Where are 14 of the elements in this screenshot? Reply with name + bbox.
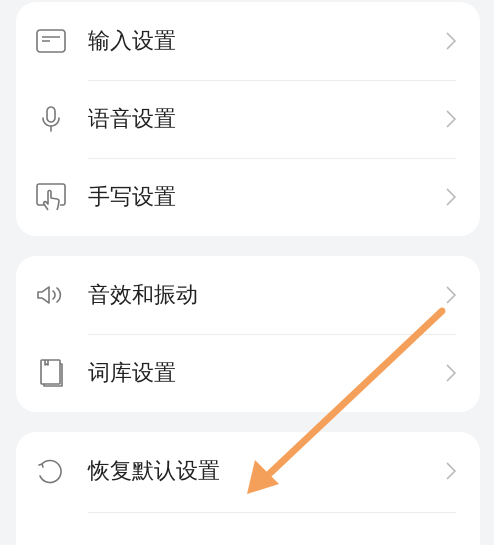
chevron-icon bbox=[446, 364, 456, 382]
chevron-icon bbox=[446, 188, 456, 206]
settings-item[interactable]: 输入设置 bbox=[88, 26, 446, 56]
settings-item[interactable]: 词库设置 bbox=[88, 358, 446, 388]
chevron-icon bbox=[446, 110, 456, 128]
handwriting-icon bbox=[36, 183, 66, 211]
settings-item[interactable]: 音效和振动 bbox=[88, 280, 446, 310]
settings-item[interactable]: 恢复默认设置 bbox=[88, 456, 446, 486]
settings-item[interactable]: 手写设置 bbox=[88, 182, 446, 212]
chevron-icon bbox=[446, 286, 456, 304]
chevron-icon bbox=[446, 462, 456, 480]
settings-item[interactable]: 语音设置 bbox=[88, 104, 446, 134]
card-icon bbox=[36, 27, 66, 55]
chevron-icon bbox=[446, 32, 456, 50]
